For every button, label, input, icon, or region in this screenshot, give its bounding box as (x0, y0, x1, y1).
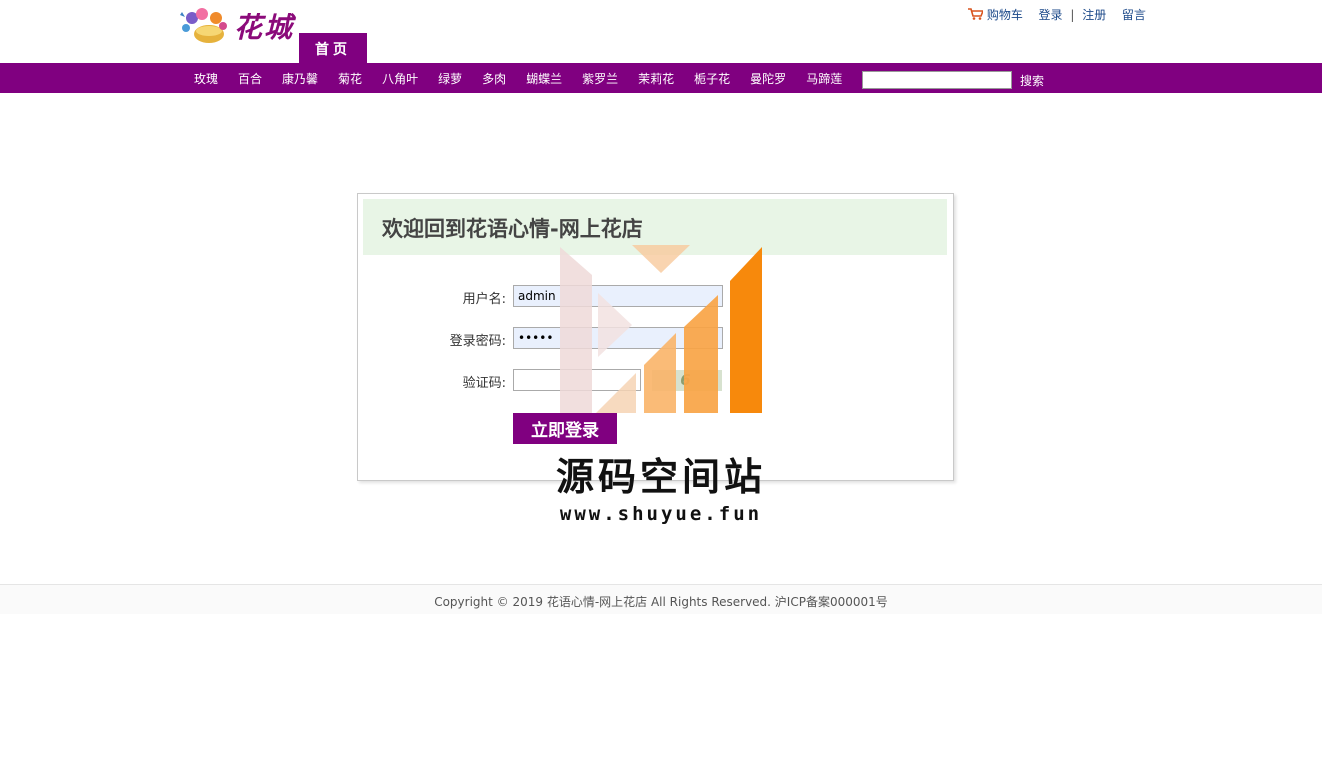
nav-item-fatsia[interactable]: 八角叶 (382, 70, 418, 87)
category-nav: 玫瑰 百合 康乃馨 菊花 八角叶 绿萝 多肉 蝴蝶兰 紫罗兰 茉莉花 栀子花 曼… (0, 63, 1322, 93)
logo-text: 花城 (234, 11, 295, 44)
nav-item-pothos[interactable]: 绿萝 (438, 70, 462, 87)
username-input[interactable] (513, 285, 723, 307)
nav-item-succulent[interactable]: 多肉 (482, 70, 506, 87)
footer-copyright: Copyright © 2019 花语心情-网上花店 All Rights Re… (434, 595, 888, 609)
flower-basket-icon (180, 8, 227, 43)
watermark-url: www.shuyue.fun (559, 503, 763, 525)
tab-home[interactable]: 首页 (299, 33, 367, 63)
nav-item-violet[interactable]: 紫罗兰 (582, 70, 618, 87)
search-button[interactable]: 搜索 (1020, 72, 1044, 89)
nav-item-lily[interactable]: 百合 (238, 70, 262, 87)
nav-item-carnation[interactable]: 康乃馨 (282, 70, 318, 87)
captcha-image[interactable]: 6 (652, 370, 722, 391)
register-link[interactable]: 注册 (1082, 8, 1106, 22)
login-submit-button[interactable]: 立即登录 (513, 413, 617, 444)
login-card-header: 欢迎回到花语心情-网上花店 (363, 199, 947, 255)
link-divider: | (1070, 8, 1075, 22)
nav-item-calla-lily[interactable]: 马蹄莲 (806, 70, 842, 87)
message-link[interactable]: 留言 (1122, 8, 1146, 22)
captcha-label: 验证码: (462, 376, 506, 391)
nav-item-phalaenopsis[interactable]: 蝴蝶兰 (526, 70, 562, 87)
nav-item-datura[interactable]: 曼陀罗 (750, 70, 786, 87)
cart-link[interactable]: 购物车 (987, 8, 1023, 22)
login-card: 欢迎回到花语心情-网上花店 用户名: 登录密码: 验证码: 6 立即登录 (357, 193, 954, 481)
top-links: 购物车 登录 | 注册 留言 (968, 6, 1146, 23)
login-link[interactable]: 登录 (1039, 8, 1063, 22)
search-input[interactable] (862, 71, 1012, 89)
nav-item-chrysanthemum[interactable]: 菊花 (338, 70, 362, 87)
nav-item-gardenia[interactable]: 栀子花 (694, 70, 730, 87)
page: 花城 首页 购物车 登录 | 注册 留言 玫瑰 百合 康乃馨 菊花 八角叶 绿萝… (0, 0, 1322, 774)
shopping-cart-icon (968, 8, 985, 20)
password-label: 登录密码: (449, 334, 506, 349)
nav-item-jasmine[interactable]: 茉莉花 (638, 70, 674, 87)
login-title: 欢迎回到花语心情-网上花店 (382, 217, 643, 241)
site-logo[interactable]: 花城 (176, 4, 298, 48)
password-input[interactable] (513, 327, 723, 349)
nav-items: 玫瑰 百合 康乃馨 菊花 八角叶 绿萝 多肉 蝴蝶兰 紫罗兰 茉莉花 栀子花 曼… (194, 63, 862, 93)
nav-item-rose[interactable]: 玫瑰 (194, 70, 218, 87)
captcha-input[interactable] (513, 369, 641, 391)
username-label: 用户名: (462, 292, 506, 307)
footer: Copyright © 2019 花语心情-网上花店 All Rights Re… (0, 584, 1322, 614)
